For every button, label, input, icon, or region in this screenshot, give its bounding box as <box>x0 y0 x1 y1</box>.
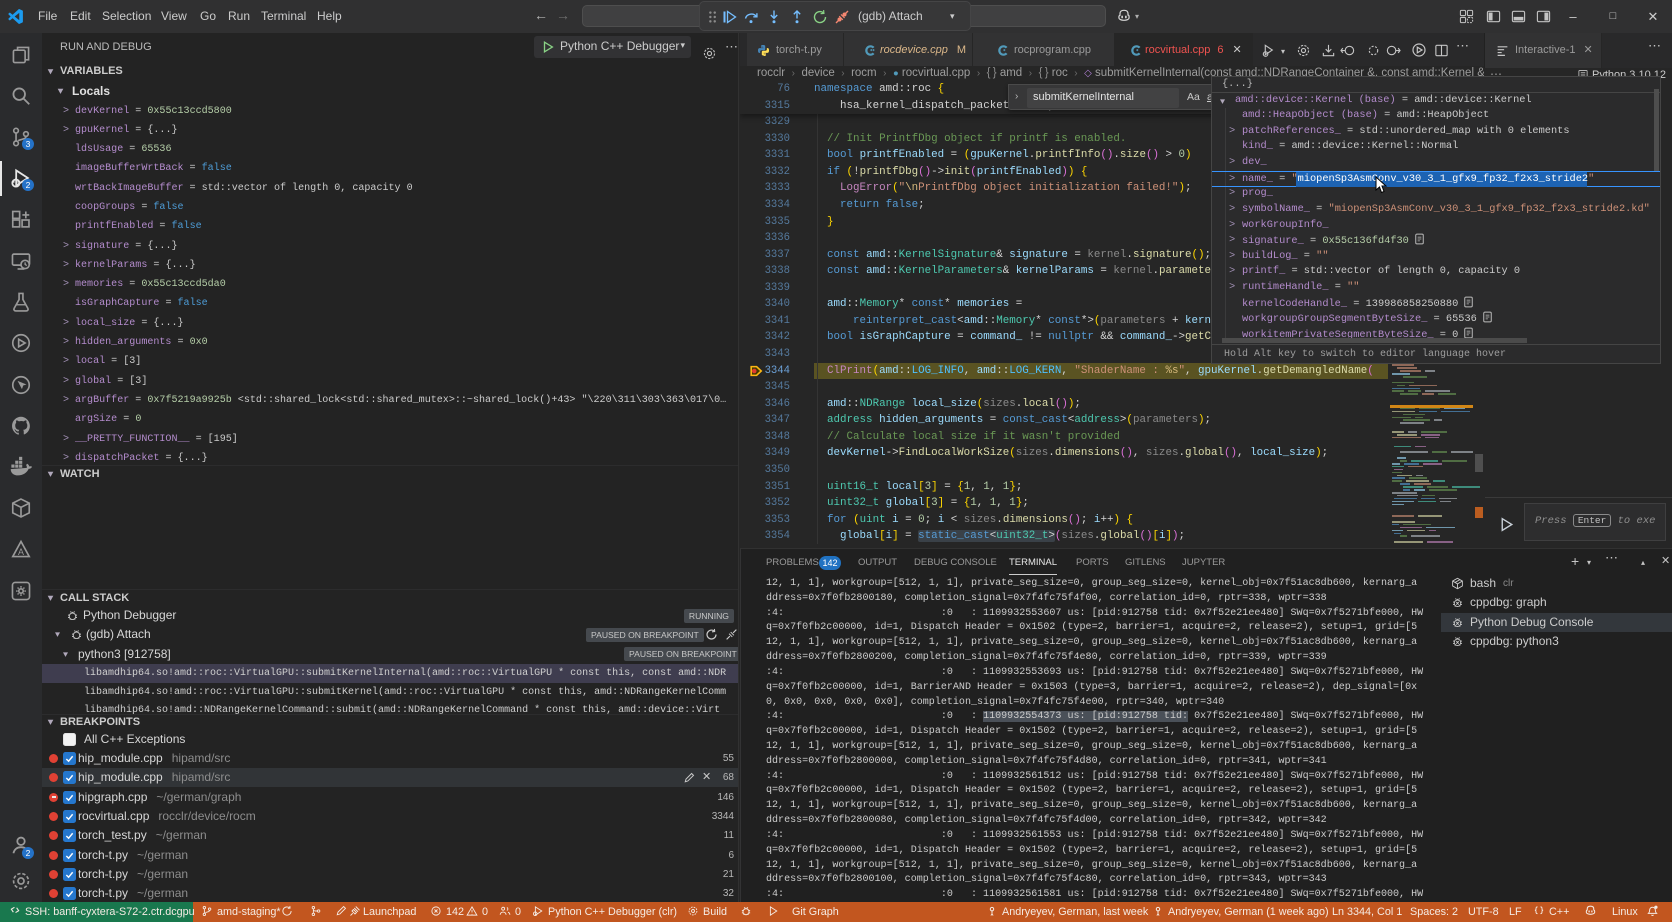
svg-text:A: A <box>18 547 24 557</box>
